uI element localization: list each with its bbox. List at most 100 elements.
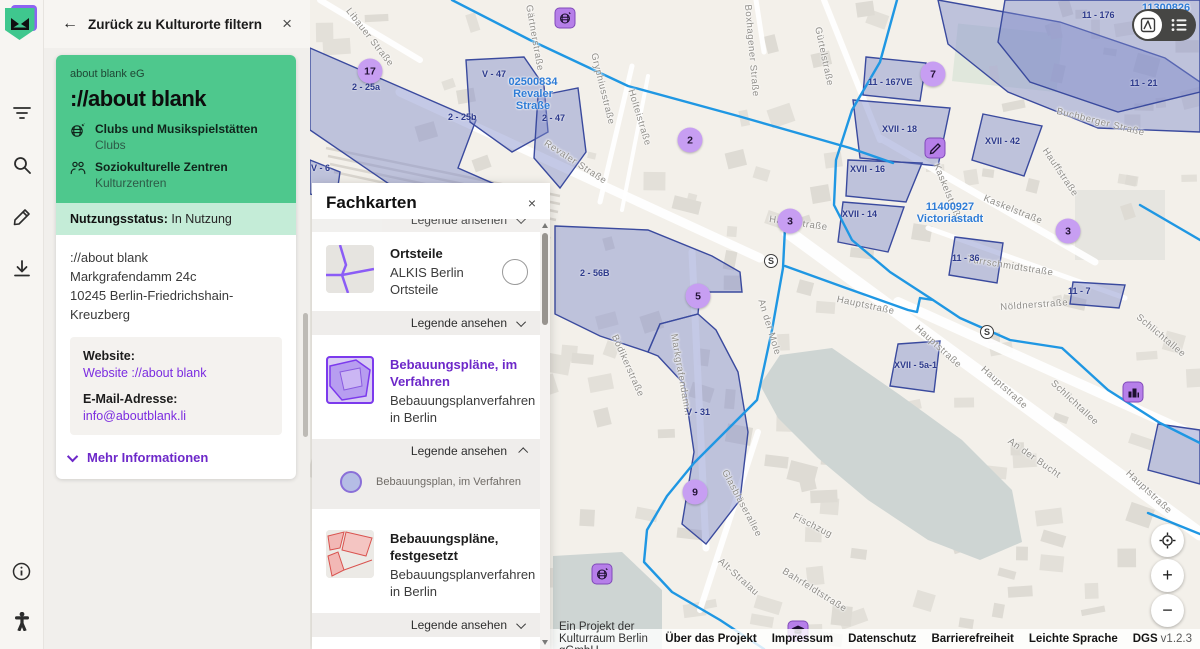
footer-link[interactable]: Leichte Sprache	[1029, 633, 1118, 645]
chevron-down-icon	[516, 219, 527, 224]
category-label: Clubs und Musikspielstätten	[95, 122, 258, 136]
layer-description: Bebauungsplanverfahren in Berlin	[390, 393, 536, 425]
kulturort-card-body: ://about blank Markgrafendamm 24c 10245 …	[56, 235, 296, 479]
layer-description: ALKIS Berlin Ortsteile	[390, 265, 464, 297]
app-window: Libauer Straße Gärtnerstraße Boxhagener St…	[0, 0, 1200, 649]
layer-description: Bebauungsplanverfahren in Berlin	[390, 567, 536, 599]
close-fachkarten-icon[interactable]: ×	[528, 195, 536, 211]
layer-item-bplan-ausser-kraft[interactable]: Bebauungspläne, außer Kraft gesetzt Beba…	[312, 643, 540, 649]
legend-label: Bebauungsplan, im Verfahren	[376, 476, 521, 488]
fachkarten-title: Fachkarten	[326, 193, 417, 212]
background-map-button[interactable]	[1134, 11, 1162, 39]
footer-link[interactable]: DGS	[1133, 633, 1158, 645]
address-line: ://about blank	[70, 250, 149, 265]
disco-ball-marker[interactable]	[591, 563, 613, 585]
organisation-name: about blank eG	[70, 68, 145, 80]
map-layers-button[interactable]	[1162, 18, 1196, 32]
pencil-marker[interactable]	[924, 137, 946, 159]
footer-link[interactable]: Datenschutz	[848, 633, 916, 645]
email-link[interactable]: info@aboutblank.li	[83, 409, 269, 423]
category-row: Soziokulturelle Zentren Kulturzentren	[70, 160, 282, 191]
info-icon[interactable]	[10, 559, 34, 583]
zoom-out-button[interactable]: −	[1151, 594, 1184, 627]
more-information-label: Mehr Informationen	[87, 450, 209, 465]
detail-panel-header: ← Zurück zu Kulturorte filtern ×	[44, 0, 310, 48]
layer-title: Ortsteile	[390, 246, 443, 261]
layer-item-bplan-verfahren[interactable]: Bebauungspläne, im Verfahren Bebauungspl…	[312, 343, 540, 439]
map-tools-pill	[1132, 9, 1196, 41]
back-button[interactable]: ← Zurück zu Kulturorte filtern	[62, 15, 262, 33]
locate-me-button[interactable]	[1151, 524, 1184, 557]
category-sublabel: Clubs	[95, 138, 126, 152]
legend-toggle-bar[interactable]: Legende ansehen	[312, 311, 540, 335]
disco-ball-icon	[70, 122, 86, 153]
footer-link[interactable]: Über das Projekt	[665, 633, 756, 645]
nutzungsstatus-strip: Nutzungsstatus: In Nutzung	[56, 203, 296, 235]
website-label: Website:	[83, 349, 135, 363]
people-icon	[70, 160, 86, 191]
address-line: 10245 Berlin-Friedrichshain-Kreuzberg	[70, 288, 234, 322]
download-icon[interactable]	[10, 257, 34, 281]
website-link[interactable]: Website ://about blank	[83, 366, 269, 380]
legend-section: Legende ansehen Bebauungsplan, im Verfah…	[312, 439, 540, 509]
footer-project-text: Ein Projekt der Kulturraum Berlin gGmbH	[559, 621, 648, 649]
footer-bar: Ein Projekt der Kulturraum Berlin gGmbH …	[550, 621, 1200, 649]
contact-box: Website: Website ://about blank E-Mail-A…	[70, 337, 282, 435]
building-marker[interactable]	[1122, 381, 1144, 403]
legend-toggle-label: Legende ansehen	[410, 444, 507, 458]
legend-toggle-label: Legende ansehen	[410, 219, 507, 227]
layer-item-ortsteile[interactable]: Ortsteile ALKIS Berlin Ortsteile	[312, 232, 540, 311]
fachkarten-scrollbar[interactable]	[540, 219, 550, 649]
close-detail-icon[interactable]: ×	[282, 14, 292, 34]
kulturort-card-header: about blank eG ://about blank Clubs und …	[56, 55, 296, 203]
accessibility-icon[interactable]	[10, 609, 34, 633]
back-arrow-icon: ←	[62, 15, 78, 32]
detail-panel-scrollbar[interactable]	[303, 313, 308, 437]
more-information-toggle[interactable]: Mehr Informationen	[66, 450, 282, 465]
legend-swatch	[340, 471, 362, 493]
layer-title: Bebauungspläne, festgesetzt	[390, 531, 499, 563]
footer-link[interactable]: Impressum	[772, 633, 833, 645]
edit-pencil-icon[interactable]	[10, 205, 34, 229]
category-row: Clubs und Musikspielstätten Clubs	[70, 122, 282, 153]
legend-toggle-label: Legende ansehen	[410, 618, 507, 632]
layer-radio-unchecked[interactable]	[502, 258, 528, 285]
cluster-marker[interactable]: 9	[682, 479, 708, 505]
legend-toggle-bar[interactable]: Legende ansehen	[312, 439, 540, 463]
legend-toggle-bar[interactable]: Legende ansehen	[312, 219, 540, 232]
cluster-marker[interactable]: 2	[677, 127, 703, 153]
status-value: In Nutzung	[171, 212, 232, 226]
chevron-down-icon	[516, 316, 527, 327]
app-logo[interactable]	[4, 5, 39, 41]
search-icon[interactable]	[10, 153, 34, 177]
category-sublabel: Kulturzentren	[95, 176, 167, 190]
chevron-down-icon	[516, 618, 527, 629]
scroll-down-icon[interactable]	[542, 640, 548, 645]
layer-item-bplan-festgesetzt[interactable]: Bebauungspläne, festgesetzt Bebauungspla…	[312, 517, 540, 613]
disco-ball-marker[interactable]	[554, 7, 576, 29]
cluster-marker[interactable]: 3	[777, 208, 803, 234]
icon-sidebar	[0, 0, 44, 649]
locate-icon	[1159, 532, 1176, 549]
layer-list-icon	[1171, 19, 1187, 31]
filter-icon[interactable]	[10, 101, 34, 125]
kulturort-card: about blank eG ://about blank Clubs und …	[56, 55, 296, 479]
scrollbar-thumb[interactable]	[542, 233, 548, 325]
scroll-up-icon[interactable]	[542, 223, 548, 228]
legend-row: Bebauungsplan, im Verfahren	[312, 463, 540, 509]
email-label: E-Mail-Adresse:	[83, 392, 178, 406]
cluster-marker[interactable]: 17	[357, 58, 383, 84]
address-line: Markgrafendamm 24c	[70, 269, 197, 284]
back-label: Zurück zu Kulturorte filtern	[88, 16, 263, 32]
cluster-marker[interactable]: 5	[685, 283, 711, 309]
chevron-up-icon	[518, 446, 529, 457]
cluster-marker[interactable]: 3	[1055, 218, 1081, 244]
chevron-down-icon	[66, 450, 79, 462]
cluster-marker[interactable]: 7	[920, 61, 946, 87]
fachkarten-scroll-area: Legende ansehen Ortsteile ALKIS Berlin O…	[312, 219, 540, 649]
legend-toggle-bar[interactable]: Legende ansehen	[312, 613, 540, 637]
category-label: Soziokulturelle Zentren	[95, 160, 228, 174]
footer-links: Über das Projekt Impressum Datenschutz Barr…	[665, 633, 1157, 645]
zoom-in-button[interactable]: +	[1151, 559, 1184, 592]
footer-link[interactable]: Barrierefreiheit	[931, 633, 1013, 645]
